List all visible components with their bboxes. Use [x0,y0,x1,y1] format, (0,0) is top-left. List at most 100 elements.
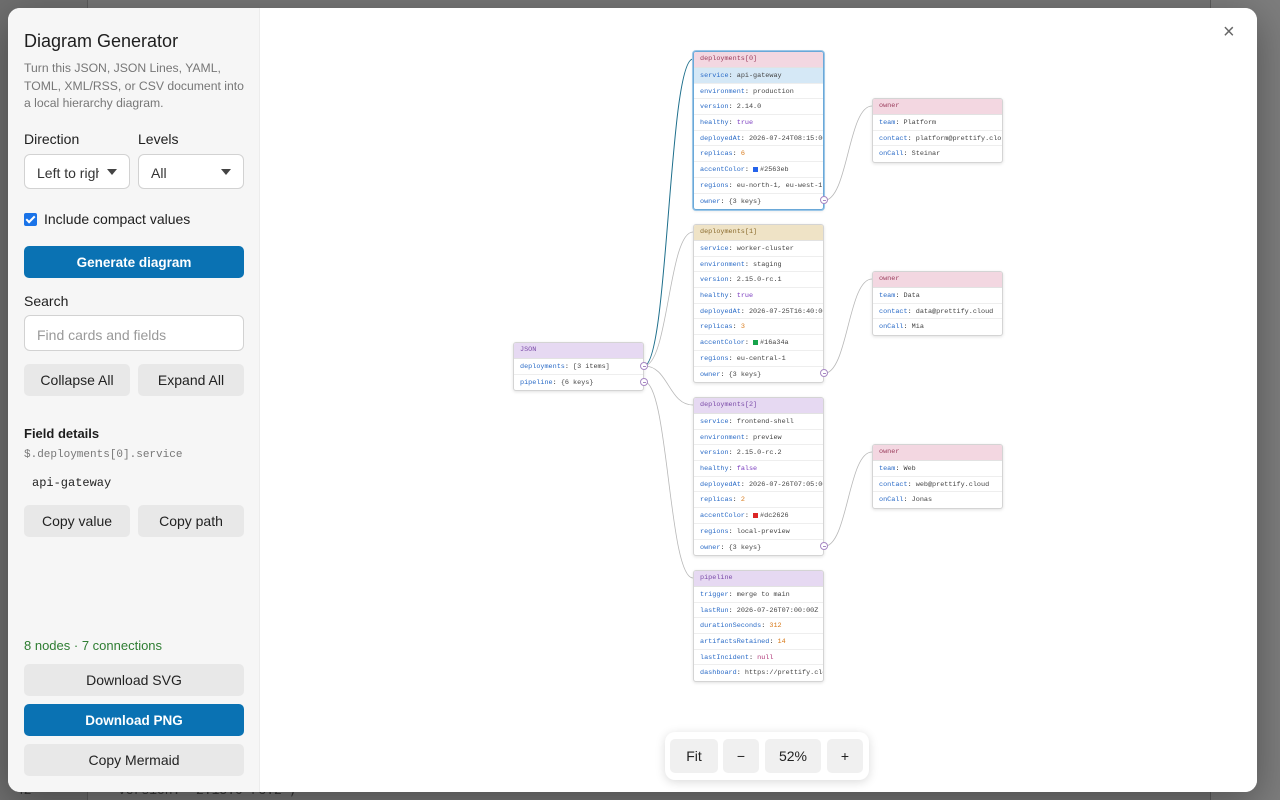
field-separator: : [895,465,904,473]
node-field-row[interactable]: regions: eu-central-1 [694,351,823,367]
node-field-row[interactable]: onCall: Steinar [873,146,1002,162]
node-field-row[interactable]: owner: {3 keys} [694,194,823,210]
node-field-row[interactable]: environment: staging [694,257,823,273]
node-field-row[interactable]: version: 2.15.0-rc.1 [694,272,823,289]
node-field-row[interactable]: owner: {3 keys} [694,540,823,556]
node-field-row[interactable]: replicas: 6 [694,146,823,163]
node-field-row[interactable]: deployments: [3 items] [514,359,643,375]
node-d0[interactable]: deployments[0] service: api-gateway enviro… [693,51,824,211]
collapse-all-button[interactable]: Collapse All [24,364,130,396]
field-key: team [879,465,896,473]
download-png-button[interactable]: Download PNG [24,704,244,736]
node-field-row[interactable]: trigger: merge to main [694,587,823,603]
field-key: owner [700,543,721,552]
zoom-in-button[interactable]: + [827,739,863,773]
zoom-out-button[interactable]: − [723,739,759,773]
download-svg-button[interactable]: Download SVG [24,664,244,696]
node-field-row[interactable]: version: 2.15.0-rc.2 [694,445,823,462]
node-field-row[interactable]: healthy: true [694,115,823,131]
node-pipeline[interactable]: pipeline trigger: merge to main lastRun: 2… [693,570,824,683]
node-field-row[interactable]: durationSeconds: 312 [694,618,823,635]
field-key: replicas [700,323,733,332]
node-field-row[interactable]: accentColor: #2563eb [694,162,823,178]
field-key: replicas [700,150,733,159]
field-key: healthy [700,465,729,474]
levels-label: Levels [138,131,179,147]
field-path: $.deployments[0].service [24,449,183,461]
node-field-row[interactable]: environment: production [694,84,823,100]
node-o1[interactable]: owner team: Data contact: data@prettify.cl… [872,271,1003,337]
node-root[interactable]: JSON deployments: [3 items] pipeline: {6 k… [513,342,644,392]
node-field-row[interactable]: team: Web [873,461,1002,477]
node-field-row[interactable]: accentColor: #16a34a [694,335,823,351]
search-input[interactable]: Find cards and fields [24,315,244,351]
node-field-row[interactable]: contact: web@prettify.cloud [873,477,1002,493]
node-field-row[interactable]: onCall: Mia [873,319,1002,335]
node-field-row[interactable]: replicas: 2 [694,492,823,509]
connector-root-d0 [643,58,694,367]
zoom-toolbar: Fit − 52% + [665,732,869,780]
field-value: data@prettify.cloud [915,307,994,316]
node-field-row[interactable]: contact: platform@prettify.cloud [873,131,1002,147]
expand-all-button[interactable]: Expand All [138,364,244,396]
field-value: {3 keys} [728,197,762,206]
node-field-row[interactable]: deployedAt: 2026-07-24T08:15:00Z [694,131,823,147]
field-value: {6 keys} [560,378,594,387]
field-value: https://prettify.clo… [744,669,823,678]
copy-value-button[interactable]: Copy value [24,505,130,537]
node-field-row[interactable]: environment: preview [694,430,823,446]
node-field-row[interactable]: onCall: Jonas [873,492,1002,508]
node-field-row[interactable]: contact: data@prettify.cloud [873,304,1002,320]
node-field-row[interactable]: owner: {3 keys} [694,367,823,383]
node-field-row[interactable]: team: Platform [873,115,1002,131]
node-field-row[interactable]: artifactsRetained: 14 [694,634,823,650]
node-field-row[interactable]: service: api-gateway [694,68,823,84]
node-d1[interactable]: deployments[1] service: worker-cluster env… [693,224,824,384]
direction-value: Left to right [37,165,99,181]
fit-button[interactable]: Fit [670,739,718,773]
field-key: service [700,418,729,426]
node-field-row[interactable]: deployedAt: 2026-07-26T07:05:00Z [694,477,823,493]
node-field-row[interactable]: pipeline: {6 keys} [514,375,643,391]
node-field-row[interactable]: regions: eu-north-1, eu-west-1,… [694,178,823,194]
node-field-row[interactable]: team: Data [873,288,1002,304]
field-separator: : [903,323,912,332]
node-field-row[interactable]: healthy: true [694,288,823,304]
node-field-row[interactable]: service: worker-cluster [694,241,823,257]
collapse-port-deployments[interactable] [640,361,648,370]
node-field-row[interactable]: lastRun: 2026-07-26T07:00:00Z [694,603,823,619]
node-field-row[interactable]: dashboard: https://prettify.clo… [694,665,823,681]
generate-diagram-button[interactable]: Generate diagram [24,246,244,278]
node-o0[interactable]: owner team: Platform contact: platform@pre… [872,98,1003,164]
field-key: onCall [879,323,904,332]
field-value: 2026-07-24T08:15:00Z [748,134,823,143]
node-d2[interactable]: deployments[2] service: frontend-shell env… [693,397,824,557]
compact-values-toggle[interactable]: Include compact values [24,211,190,227]
collapse-port-pipeline[interactable] [640,377,648,386]
field-key: version [700,449,729,458]
node-field-row[interactable]: version: 2.14.0 [694,99,823,116]
copy-path-button[interactable]: Copy path [138,505,244,537]
dialog-title: Diagram Generator [24,31,179,51]
direction-select[interactable]: Left to right [24,154,130,189]
node-field-row[interactable]: service: frontend-shell [694,414,823,430]
checkbox-checked-icon[interactable] [24,212,37,226]
connector-d0-owner [823,105,873,201]
node-field-row[interactable]: lastIncident: null [694,650,823,666]
field-separator: : [720,370,729,379]
field-value: 2.15.0-rc.2 [736,449,782,458]
node-field-row[interactable]: replicas: 3 [694,319,823,336]
node-field-row[interactable]: healthy: false [694,461,823,477]
field-value: null [757,653,774,662]
levels-select[interactable]: All [138,154,244,189]
field-key: environment [700,260,745,269]
field-value: api-gateway [32,476,112,490]
close-icon[interactable]: × [1223,22,1235,42]
node-field-row[interactable]: accentColor: #dc2626 [694,508,823,524]
field-value: 2026-07-26T07:05:00Z [748,480,823,489]
node-field-row[interactable]: regions: local-preview [694,524,823,540]
diagram-canvas[interactable]: JSON deployments: [3 items] pipeline: {6 k… [260,8,1257,792]
copy-mermaid-button[interactable]: Copy Mermaid [24,744,244,776]
node-field-row[interactable]: deployedAt: 2026-07-25T16:40:00Z [694,304,823,320]
node-o2[interactable]: owner team: Web contact: web@prettify.clou… [872,444,1003,510]
